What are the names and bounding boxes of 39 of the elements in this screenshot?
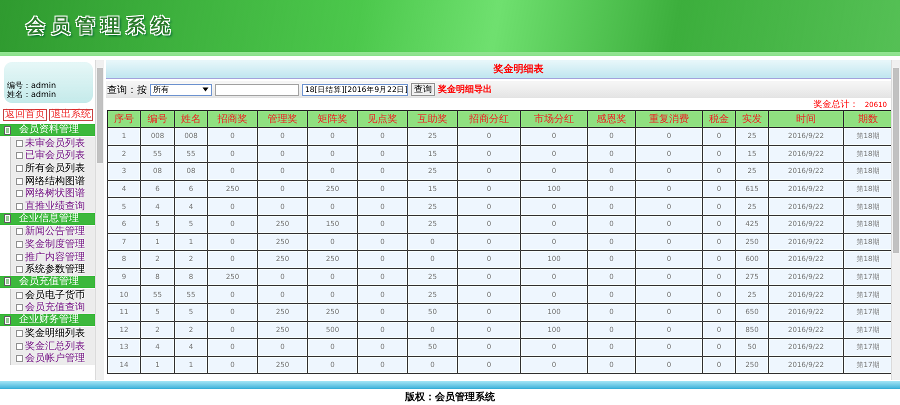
user-info-text: 姓名：admin (7, 90, 58, 99)
column-header: 互助奖 (408, 110, 458, 128)
column-header: 实发 (736, 110, 768, 128)
book-icon (4, 126, 11, 134)
app-title: 会员管理系统 (26, 14, 176, 39)
menu-group-title: 会员充值管理 (19, 276, 79, 288)
column-header: 时间 (768, 110, 844, 128)
book-icon (4, 277, 11, 286)
book-icon (4, 316, 11, 325)
nav-button[interactable]: 退出系统 (49, 109, 93, 121)
column-header: 姓名 (174, 110, 208, 128)
menu-group-title: 企业信息管理 (19, 212, 79, 225)
query-button[interactable]: 查询 (411, 83, 435, 96)
column-header: 矩阵奖 (308, 110, 358, 128)
column-header: 编号 (140, 110, 174, 128)
column-header: 见点奖 (358, 110, 408, 128)
column-header: 管理奖 (258, 110, 308, 128)
scrollbar[interactable] (891, 60, 900, 380)
user-info-text: 编号：admin (7, 81, 58, 90)
scrollbar[interactable] (95, 60, 104, 380)
column-header: 期数 (844, 110, 891, 128)
dropdown[interactable]: 所有 (150, 84, 212, 96)
column-header: 感恩奖 (588, 110, 636, 128)
copyright-text: 版权：会员管理系统 (405, 390, 495, 404)
filter-label: 查询：按 (107, 84, 147, 96)
column-header: 税金 (702, 110, 736, 128)
column-header: 重复消费 (636, 110, 702, 128)
column-header: 招商分红 (458, 110, 520, 128)
column-header: 招商奖 (208, 110, 258, 128)
menu-group-title: 会员资料管理 (19, 124, 79, 136)
caret-icon (202, 87, 209, 92)
column-header: 市场分红 (520, 110, 588, 128)
search-field[interactable] (215, 84, 299, 96)
column-header: 序号 (108, 110, 140, 128)
total-label: 奖金总计： (814, 98, 859, 111)
book-icon (4, 214, 11, 224)
nav-button[interactable]: 返回首页 (3, 109, 47, 121)
menu-group-title: 企业财务管理 (19, 314, 79, 326)
panel-title: 奖金明细表 (494, 62, 544, 76)
